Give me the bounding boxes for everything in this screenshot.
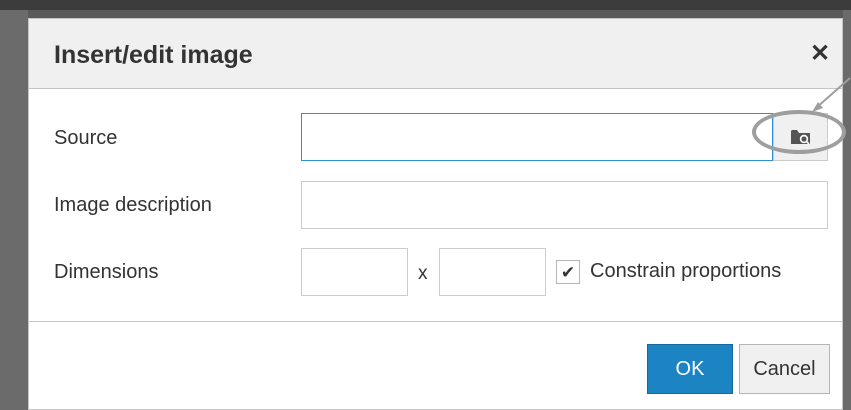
constrain-proportions-checkbox[interactable]: ✔	[556, 260, 580, 284]
height-input[interactable]	[439, 248, 546, 296]
source-label: Source	[54, 127, 118, 149]
dimensions-label: Dimensions	[54, 261, 159, 283]
ok-button[interactable]: OK	[647, 344, 733, 394]
close-button[interactable]: ✕	[805, 39, 835, 69]
backdrop-top	[0, 0, 851, 10]
constrain-proportions-label: Constrain proportions	[590, 260, 782, 282]
source-input[interactable]	[301, 113, 773, 161]
backdrop-right	[843, 10, 851, 410]
close-icon: ✕	[809, 40, 831, 67]
dialog-title: Insert/edit image	[54, 41, 253, 69]
insert-image-dialog: Insert/edit image ✕ Source Image descrip…	[28, 18, 843, 410]
folder-search-icon	[790, 130, 810, 145]
checkmark-icon: ✔	[560, 262, 576, 282]
dialog-header: Insert/edit image ✕	[29, 19, 842, 89]
cancel-button[interactable]: Cancel	[739, 344, 830, 394]
width-input[interactable]	[301, 248, 408, 296]
backdrop-left	[0, 10, 28, 410]
image-description-label: Image description	[54, 194, 212, 216]
image-description-input[interactable]	[301, 181, 828, 229]
dimension-separator: x	[418, 263, 428, 284]
browse-button[interactable]	[773, 113, 828, 161]
dialog-footer: OK Cancel	[29, 321, 842, 409]
